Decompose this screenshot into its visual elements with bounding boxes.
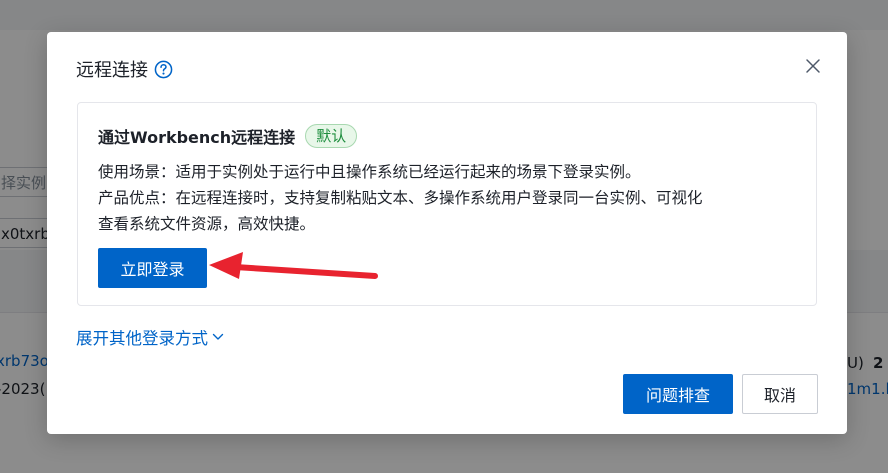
- advantages-text: 产品优点：在远程连接时，支持复制粘贴文本、多操作系统用户登录同一台实例、可视化: [98, 189, 703, 207]
- help-icon[interactable]: [154, 60, 173, 79]
- chevron-down-icon: [212, 333, 224, 340]
- usage-scenario-text: 使用场景：适用于实例处于运行中且操作系统已经运行起来的场景下登录实例。: [98, 163, 641, 181]
- card-header: 通过Workbench远程连接 默认: [98, 124, 358, 148]
- card-description: 使用场景：适用于实例处于运行中且操作系统已经运行起来的场景下登录实例。 产品优点…: [98, 159, 798, 237]
- troubleshoot-button[interactable]: 问题排查: [623, 374, 733, 414]
- annotation-arrow-icon: [209, 252, 378, 279]
- default-badge: 默认: [305, 124, 358, 148]
- dialog-title-text: 远程连接: [76, 60, 148, 81]
- workbench-option-card: 通过Workbench远程连接 默认 使用场景：适用于实例处于运行中且操作系统已…: [77, 102, 817, 306]
- cancel-button[interactable]: 取消: [742, 374, 818, 414]
- login-now-button[interactable]: 立即登录: [98, 248, 207, 288]
- close-icon[interactable]: [805, 58, 821, 74]
- advantages-text-continued: 查看系统文件资源，高效快捷。: [98, 215, 316, 233]
- expand-link-text: 展开其他登录方式: [76, 329, 208, 348]
- dialog-title: 远程连接: [76, 56, 173, 82]
- card-title: 通过Workbench远程连接: [98, 128, 296, 147]
- remote-connect-dialog: 远程连接 通过Workbench远程连接 默认 使用场景：适用于实例处于运行中且…: [47, 32, 847, 434]
- expand-other-login-methods-link[interactable]: 展开其他登录方式: [76, 325, 224, 349]
